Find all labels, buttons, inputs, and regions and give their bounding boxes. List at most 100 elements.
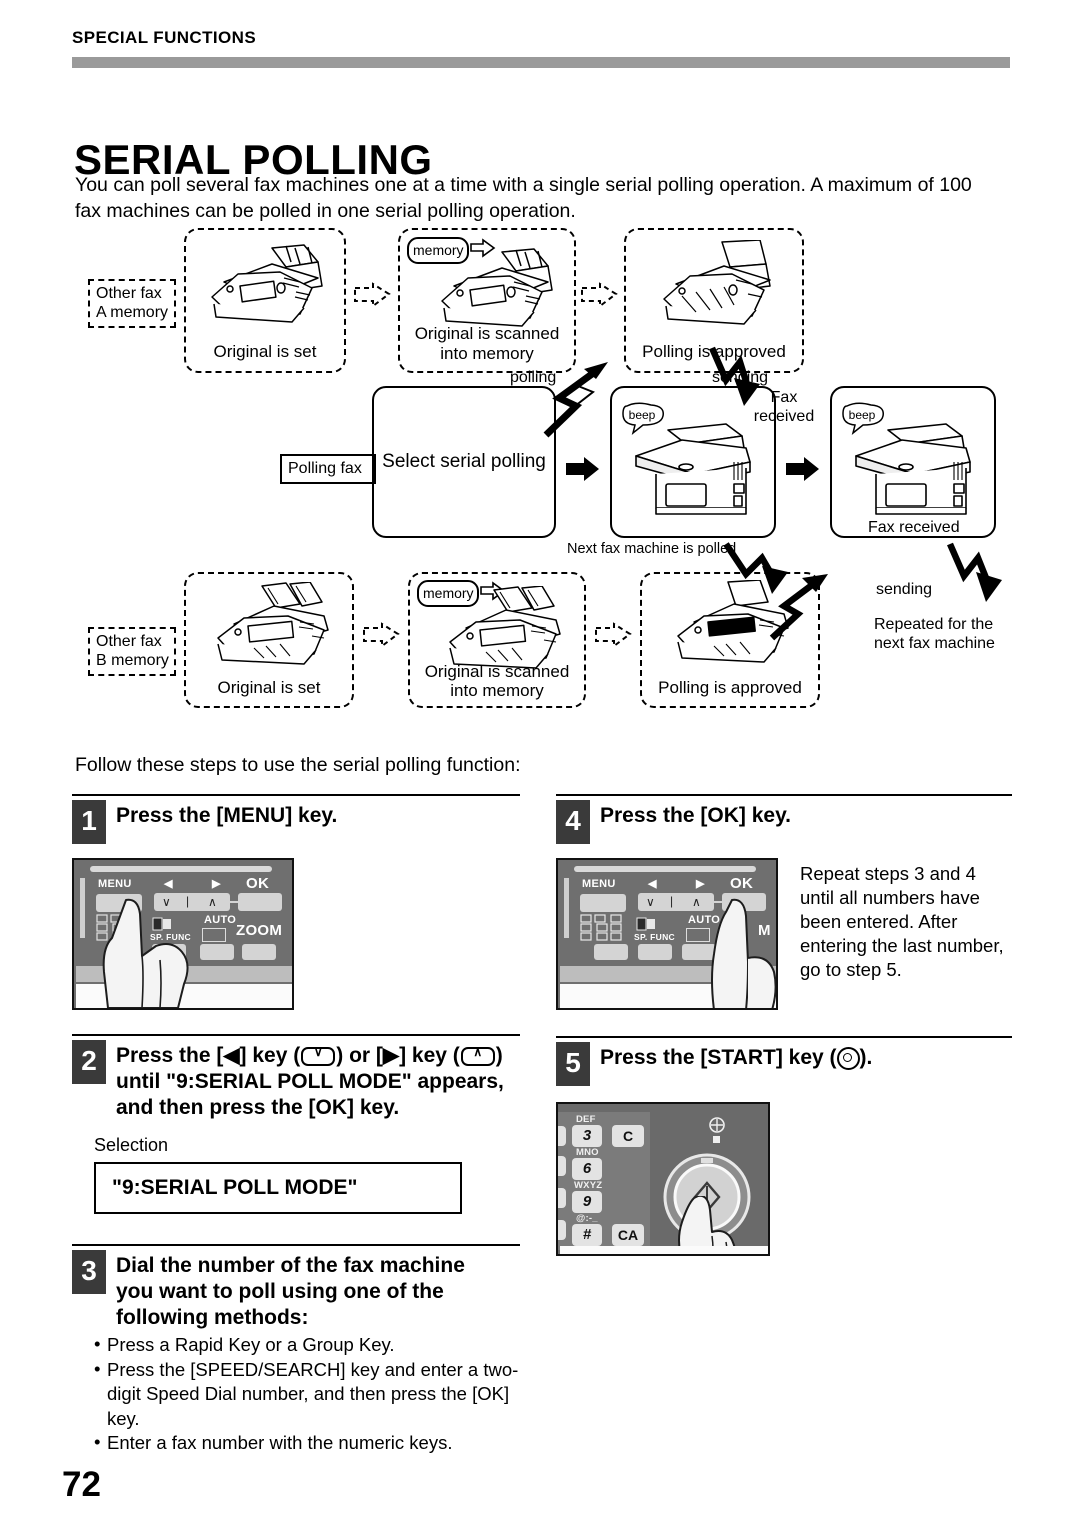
step-2-title-line3: and then press the [OK] key. xyxy=(116,1096,400,1119)
dashed-arrow-b2 xyxy=(595,622,632,648)
step-1-number: 1 xyxy=(72,800,106,844)
caption-a-approved: Polling is approved xyxy=(642,342,786,361)
keypad-key-6[interactable]: 6 xyxy=(572,1158,602,1180)
step-2-number: 2 xyxy=(72,1040,106,1084)
caption-b-scanned-line2: into memory xyxy=(450,681,544,700)
keypad-label-def: DEF xyxy=(576,1114,596,1125)
box-b-scanned: memory Original is scanned into memory xyxy=(408,572,586,708)
list-item: Press the [SPEED/SEARCH] key and enter a… xyxy=(94,1357,520,1432)
down-key-icon xyxy=(301,1045,336,1066)
label-repeated-line1: Repeated for the xyxy=(874,616,994,633)
tag-other-fax-b: Other fax B memory xyxy=(88,627,176,676)
panel-label-auto: AUTO xyxy=(204,914,237,926)
box-a-approved: Polling is approved xyxy=(624,228,804,373)
panel-label-left-arrow: ◀ xyxy=(648,878,657,890)
panel-key-menu[interactable] xyxy=(580,894,626,912)
step-2-title-line1: Press the [◀] key () or [▶] key () xyxy=(116,1043,520,1069)
fax-machine-illustration-b3 xyxy=(664,579,800,679)
left-arrow-icon: ◀ xyxy=(223,1044,240,1067)
step-3-title-line3: following methods: xyxy=(116,1306,309,1329)
keypad-edge-key-4[interactable] xyxy=(558,1220,566,1240)
panel-glyph-up: ∧ xyxy=(208,895,217,909)
operation-panel-photo-menu: MENU ◀ ▶ ∨ | ∧ OK SP. FUNC AUTO ZOOM xyxy=(72,858,294,1010)
step-5-title: Press the [START] key (). xyxy=(600,1046,873,1070)
panel-key-sp-func[interactable] xyxy=(594,944,628,960)
label-fax-received-2: Fax received xyxy=(868,519,960,536)
box-select-serial-polling: Select serial polling xyxy=(372,386,556,538)
box-b-approved: Polling is approved xyxy=(640,572,820,708)
tag-polling-fax: Polling fax xyxy=(280,454,376,484)
running-head: SPECIAL FUNCTIONS xyxy=(72,28,257,47)
dashed-arrow-a1 xyxy=(354,282,391,308)
panel-key-zoom[interactable] xyxy=(242,944,276,960)
label-next-fax-polled: Next fax machine is polled xyxy=(567,541,737,557)
copier-illustration-1 xyxy=(630,422,762,523)
panel-label-right-arrow: ▶ xyxy=(696,878,705,890)
keypad-edge-key-2[interactable] xyxy=(558,1156,566,1176)
panel-label-zoom: ZOOM xyxy=(236,922,283,939)
panel-icon-exposure xyxy=(202,928,226,942)
operation-panel-photo-ok: MENU ◀ ▶ ∨ | ∧ OK SP. FUNC AUTO M xyxy=(556,858,778,1010)
list-item: Enter a fax number with the numeric keys… xyxy=(94,1430,520,1456)
step-4-content: MENU ◀ ▶ ∨ | ∧ OK SP. FUNC AUTO M Repeat… xyxy=(556,858,1012,1014)
panel-glyph-up: ∧ xyxy=(692,895,701,909)
dashed-arrow-b1 xyxy=(363,622,400,648)
power-save-indicator xyxy=(713,1136,720,1143)
steps-right-column: 4 Press the [OK] key. MENU ◀ ▶ ∨ | ∧ OK xyxy=(556,794,1012,1256)
fax-machine-illustration-b1 xyxy=(204,581,340,679)
right-arrow-icon: ▶ xyxy=(382,1044,400,1067)
step-3-title-line2: you want to poll using one of the xyxy=(116,1280,444,1303)
lcd-text: "9:SERIAL POLL MODE" xyxy=(112,1176,358,1199)
panel-connector-line xyxy=(230,901,242,903)
numeric-keypad-photo: DEF 3 MNO 6 WXYZ 9 @:-_ # C CA xyxy=(556,1102,770,1256)
keypad-label-wxyz: WXYZ xyxy=(574,1180,603,1191)
caption-a-scanned-line1: Original is scanned xyxy=(414,324,560,343)
panel-top-strip xyxy=(574,866,756,872)
step-2-header: 2 Press the [◀] key () or [▶] key () unt… xyxy=(72,1034,520,1121)
panel-icons-originals xyxy=(580,914,626,942)
fax-machine-illustration-a3 xyxy=(652,239,786,343)
keypad-front-strip xyxy=(560,1246,768,1254)
keypad-key-9[interactable]: 9 xyxy=(572,1191,602,1213)
tag-other-fax-a: Other fax A memory xyxy=(88,279,176,328)
keypad-key-c[interactable]: C xyxy=(612,1125,644,1147)
header-rule xyxy=(72,57,1010,68)
keypad-edge-key-1[interactable] xyxy=(558,1126,566,1146)
caption-a-original-set: Original is set xyxy=(213,342,317,361)
hand-illustration-menu xyxy=(98,898,202,1008)
panel-key-auto[interactable] xyxy=(200,944,234,960)
step-4-note: Repeat steps 3 and 4 until all numbers h… xyxy=(800,863,1004,980)
panel-label-ok: OK xyxy=(730,875,754,892)
keypad-key-3[interactable]: 3 xyxy=(572,1125,602,1147)
keypad-key-hash[interactable]: # xyxy=(572,1224,602,1246)
hand-illustration-ok xyxy=(706,898,776,1008)
panel-side-bar xyxy=(80,878,85,938)
keypad-edge-key-3[interactable] xyxy=(558,1188,566,1208)
step-3-header: 3 Dial the number of the fax machine you… xyxy=(72,1244,520,1331)
step-5-header: 5 Press the [START] key (). xyxy=(556,1036,1012,1088)
panel-label-ok: OK xyxy=(246,875,270,892)
box-a-scanned: memory Original is scanned into memory xyxy=(398,228,576,373)
svg-text:beep: beep xyxy=(849,408,876,422)
serial-polling-flow-diagram: Other fax A memory Original is set memor… xyxy=(72,222,1012,730)
step-1-header: 1 Press the [MENU] key. xyxy=(72,794,520,846)
caption-select-serial-polling: Select serial polling xyxy=(382,451,546,472)
panel-glyph-down: ∨ xyxy=(646,895,655,909)
svg-text:beep: beep xyxy=(629,408,656,422)
block-arrow-1 xyxy=(566,457,599,481)
caption-b-scanned-line1: Original is scanned xyxy=(424,662,570,681)
steps-left-column: 1 Press the [MENU] key. MENU ◀ ▶ ∨ | ∧ O… xyxy=(72,794,520,1456)
panel-key-ok[interactable] xyxy=(238,893,282,911)
step-4-header: 4 Press the [OK] key. xyxy=(556,794,1012,846)
block-arrow-2 xyxy=(786,457,819,481)
panel-side-bar xyxy=(564,878,569,938)
panel-label-menu: MENU xyxy=(582,878,616,890)
intro-paragraph: You can poll several fax machines one at… xyxy=(75,174,972,222)
page-number: 72 xyxy=(62,1465,101,1504)
caption-b-original-set: Original is set xyxy=(217,678,321,697)
panel-key-auto[interactable] xyxy=(638,944,672,960)
fax-machine-illustration-a1 xyxy=(200,242,334,337)
keypad-key-ca[interactable]: CA xyxy=(612,1224,644,1246)
dashed-arrow-a2 xyxy=(581,282,618,308)
step-2-title: Press the [◀] key () or [▶] key () until… xyxy=(116,1040,520,1121)
